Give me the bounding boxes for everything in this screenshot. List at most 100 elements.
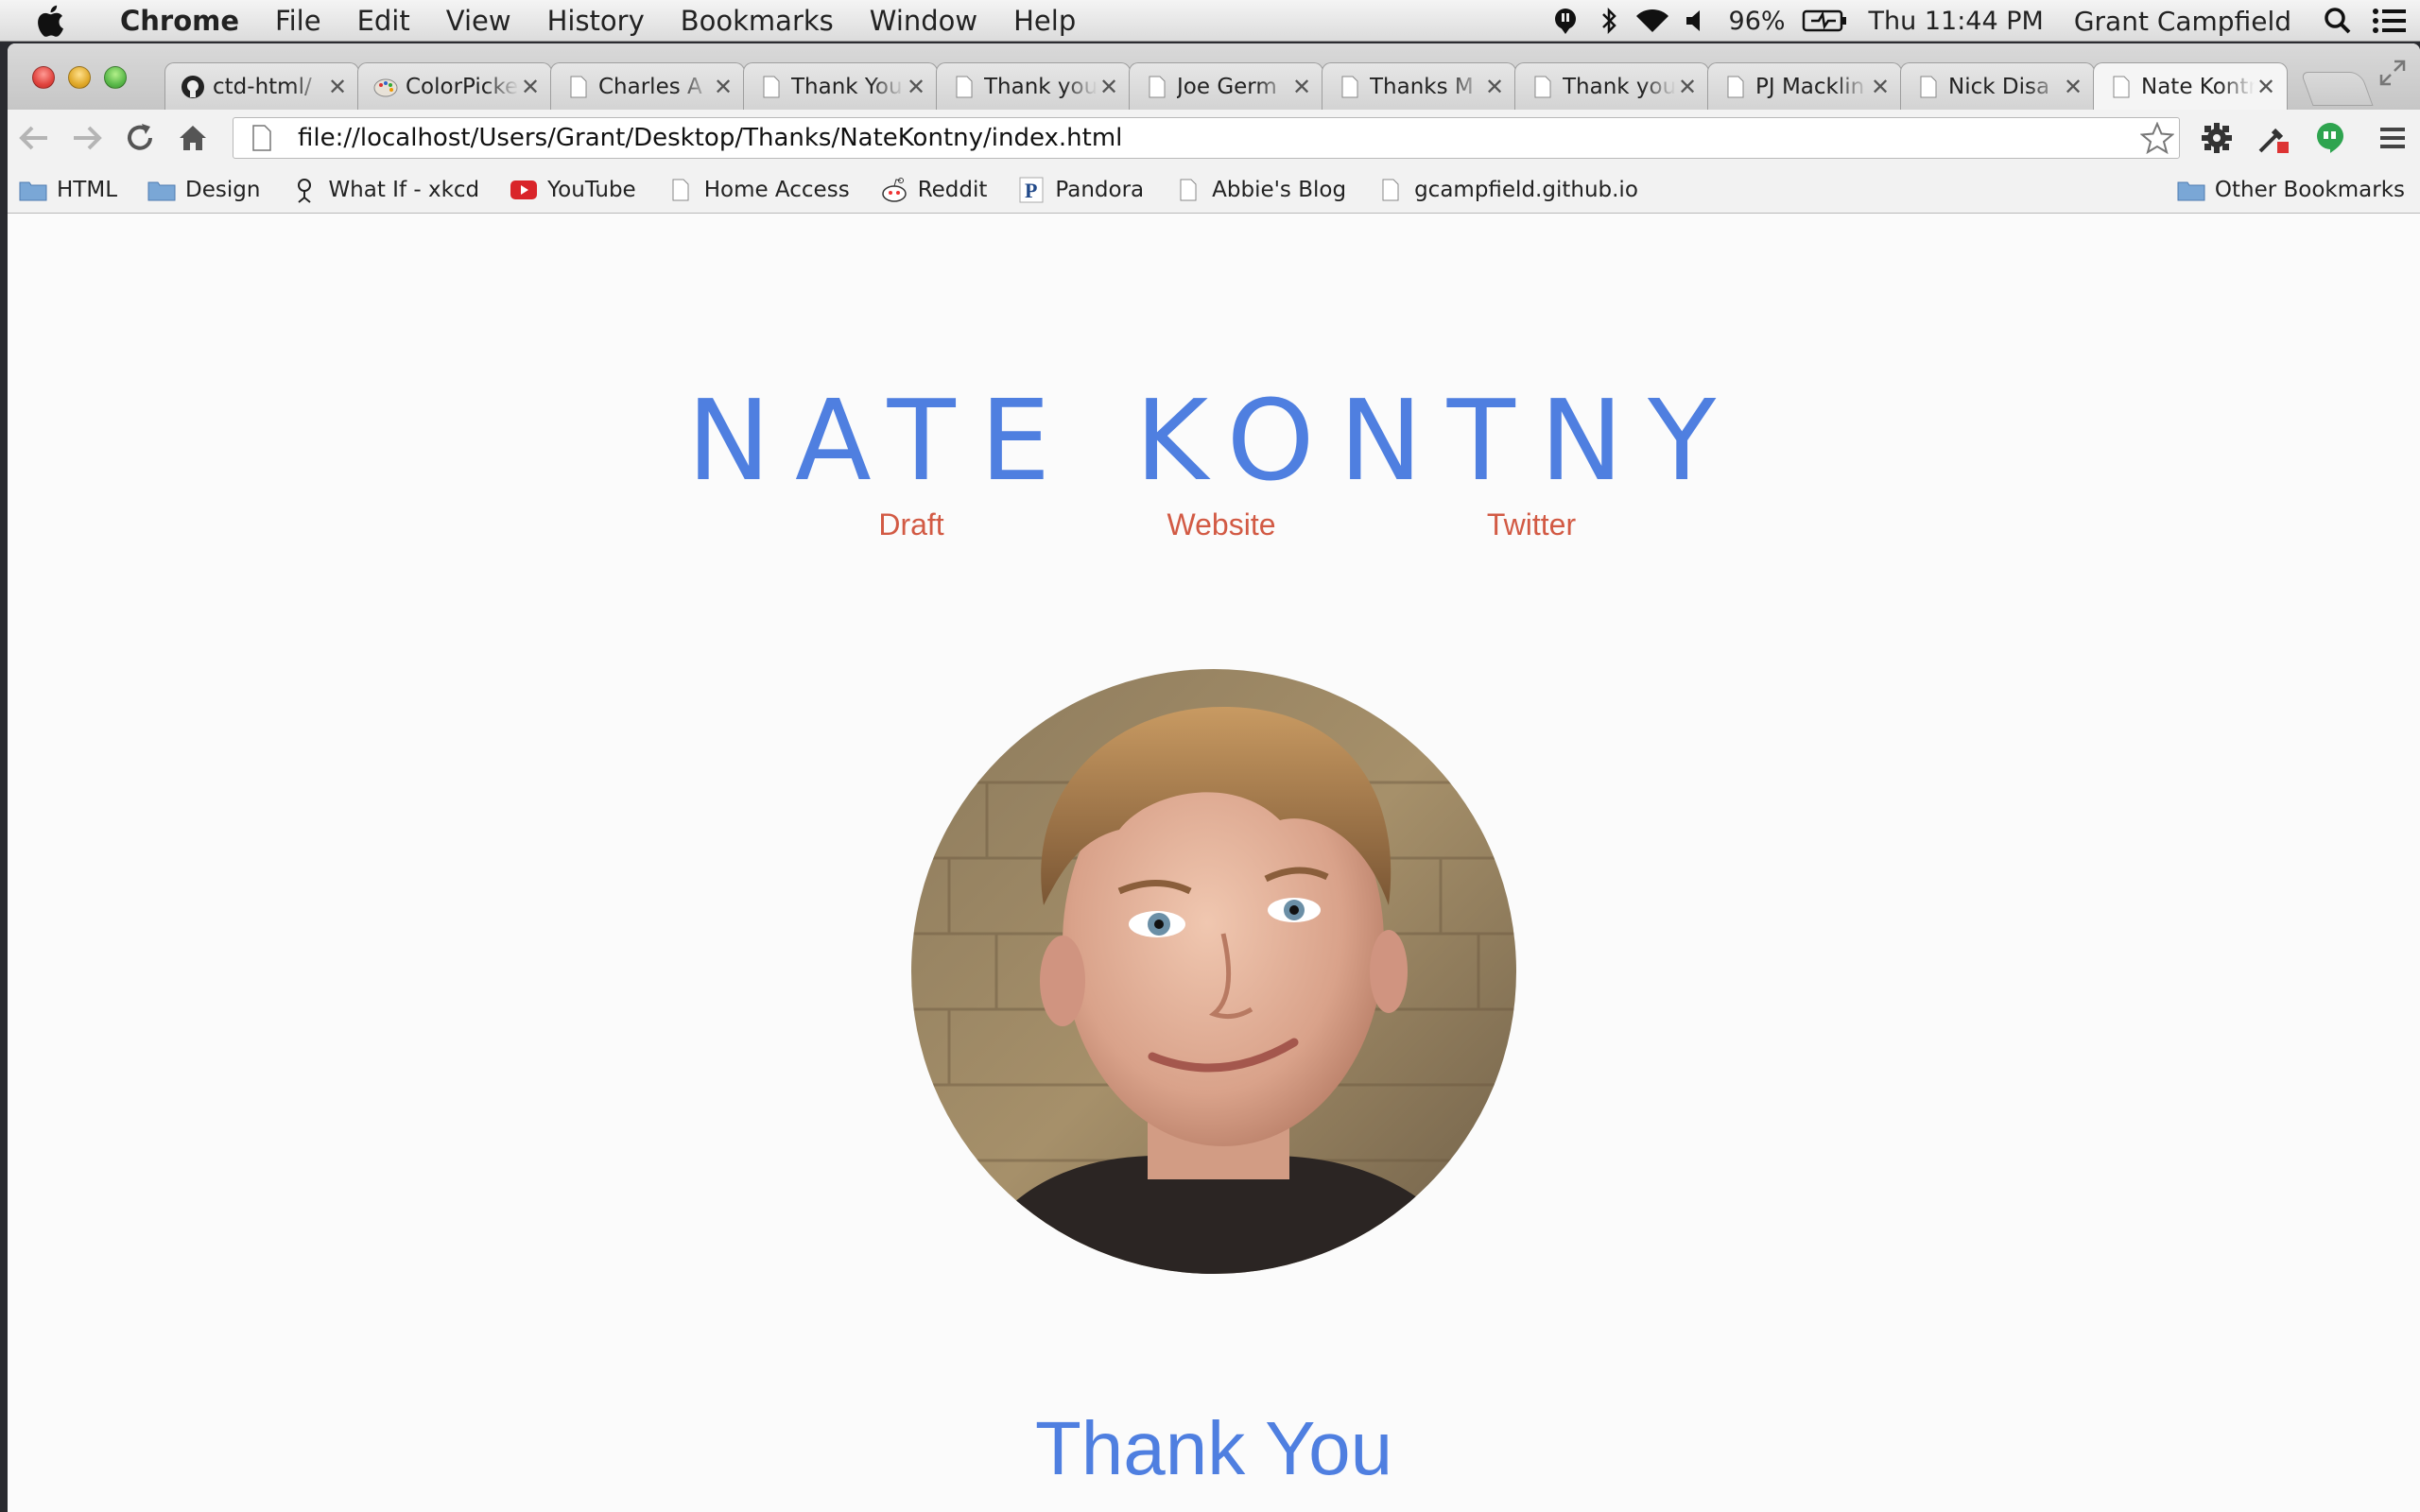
fullscreen-icon[interactable] bbox=[2378, 59, 2407, 87]
bookmark-design[interactable]: Design bbox=[132, 177, 275, 203]
page-icon bbox=[759, 75, 784, 99]
settings-gear-icon[interactable] bbox=[2191, 110, 2242, 166]
bookmark-star-icon[interactable] bbox=[2135, 122, 2179, 154]
tab-nick-disa[interactable]: Nick Disa ✕ bbox=[1900, 62, 2095, 110]
other-bookmarks[interactable]: Other Bookmarks bbox=[2162, 177, 2420, 203]
tab-charles[interactable]: Charles A ✕ bbox=[550, 62, 745, 110]
menu-help[interactable]: Help bbox=[995, 0, 1094, 42]
volume-icon[interactable] bbox=[1674, 0, 1718, 42]
forward-button[interactable] bbox=[60, 110, 113, 166]
pandora-icon: P bbox=[1017, 177, 1046, 203]
window-close-button[interactable] bbox=[32, 66, 55, 89]
tab-title: Nate Kontny bbox=[2141, 74, 2255, 99]
tab-thank-you-3[interactable]: Thank you ✕ bbox=[1514, 62, 1709, 110]
tab-close-icon[interactable]: ✕ bbox=[905, 74, 927, 100]
svg-text:P: P bbox=[1025, 179, 1037, 202]
menu-history[interactable]: History bbox=[529, 0, 663, 42]
youtube-icon bbox=[510, 177, 538, 203]
user-name[interactable]: Grant Campfield bbox=[2055, 6, 2316, 37]
bookmark-label: HTML bbox=[57, 177, 118, 202]
window-minimize-button[interactable] bbox=[68, 66, 91, 89]
tab-close-icon[interactable]: ✕ bbox=[712, 74, 735, 100]
page-icon bbox=[1916, 75, 1941, 99]
bookmark-youtube[interactable]: YouTube bbox=[494, 177, 651, 203]
tab-colorpicker[interactable]: ColorPicker ✕ bbox=[357, 62, 552, 110]
tab-close-icon[interactable]: ✕ bbox=[326, 74, 349, 100]
bookmark-reddit[interactable]: Reddit bbox=[865, 177, 1003, 203]
page-icon bbox=[243, 117, 281, 159]
thank-you-heading: Thank You bbox=[1034, 1406, 1393, 1490]
menu-view[interactable]: View bbox=[428, 0, 529, 42]
browser-window: ctd-html/ ✕ ColorPicker ✕ Charles A ✕ Th… bbox=[8, 43, 2420, 1512]
url-text[interactable]: file://localhost/Users/Grant/Desktop/Tha… bbox=[281, 124, 2135, 152]
battery-icon[interactable] bbox=[1797, 0, 1852, 42]
page-icon bbox=[666, 177, 695, 203]
alert-icon[interactable] bbox=[1544, 0, 1587, 42]
tab-close-icon[interactable]: ✕ bbox=[2062, 74, 2084, 100]
eyedropper-extension-icon[interactable] bbox=[2248, 110, 2299, 166]
tab-list: ctd-html/ ✕ ColorPicker ✕ Charles A ✕ Th… bbox=[164, 62, 2288, 110]
tab-title: Joe Germ bbox=[1177, 74, 1277, 99]
tab-title: Nick Disa bbox=[1948, 74, 2050, 99]
tab-title: ctd-html/ bbox=[213, 74, 312, 99]
notification-center-icon[interactable] bbox=[2360, 0, 2420, 42]
bookmark-label: Pandora bbox=[1055, 177, 1145, 202]
bookmark-html[interactable]: HTML bbox=[8, 177, 132, 203]
tab-title: Thanks M bbox=[1370, 74, 1474, 99]
tab-ctd-html[interactable]: ctd-html/ ✕ bbox=[164, 62, 359, 110]
back-button[interactable] bbox=[8, 110, 60, 166]
address-bar[interactable]: file://localhost/Users/Grant/Desktop/Tha… bbox=[233, 117, 2180, 159]
draft-link[interactable]: Draft bbox=[817, 507, 1006, 542]
tab-thank-you-1[interactable]: Thank You ✕ bbox=[743, 62, 938, 110]
reload-button[interactable] bbox=[113, 110, 166, 166]
menu-bookmarks[interactable]: Bookmarks bbox=[663, 0, 852, 42]
github-icon bbox=[181, 75, 205, 99]
reddit-icon bbox=[880, 177, 908, 203]
tab-close-icon[interactable]: ✕ bbox=[1483, 74, 1506, 100]
tab-close-icon[interactable]: ✕ bbox=[519, 74, 542, 100]
menu-app-name[interactable]: Chrome bbox=[102, 0, 257, 42]
tab-title: Charles A bbox=[598, 74, 702, 99]
chrome-menu-icon[interactable] bbox=[2367, 110, 2418, 166]
tab-close-icon[interactable]: ✕ bbox=[1676, 74, 1699, 100]
bluetooth-icon[interactable] bbox=[1587, 0, 1631, 42]
tab-close-icon[interactable]: ✕ bbox=[1098, 74, 1120, 100]
new-tab-button[interactable] bbox=[2300, 72, 2374, 106]
tab-title: Thank You bbox=[791, 74, 903, 99]
clock[interactable]: Thu 11:44 PM bbox=[1852, 7, 2055, 36]
hangouts-extension-icon[interactable] bbox=[2305, 110, 2356, 166]
spotlight-search-icon[interactable] bbox=[2316, 0, 2360, 42]
bookmarks-bar: HTML Design What If - xkcd YouTube Home … bbox=[8, 166, 2420, 214]
tab-close-icon[interactable]: ✕ bbox=[1869, 74, 1892, 100]
bookmark-home-access[interactable]: Home Access bbox=[651, 177, 865, 203]
bookmark-label: Home Access bbox=[703, 177, 850, 202]
tab-thank-you-2[interactable]: Thank you ✕ bbox=[936, 62, 1131, 110]
page-icon bbox=[1338, 75, 1362, 99]
page-icon bbox=[1723, 75, 1748, 99]
xkcd-icon bbox=[290, 177, 319, 203]
apple-menu-icon[interactable] bbox=[36, 2, 74, 40]
tab-nate-kontny[interactable]: Nate Kontny ✕ bbox=[2093, 62, 2288, 110]
bookmark-gcampfield[interactable]: gcampfield.github.io bbox=[1361, 177, 1653, 203]
tab-pj-macklin[interactable]: PJ Macklin ✕ bbox=[1707, 62, 1902, 110]
home-button[interactable] bbox=[166, 110, 219, 166]
tab-close-icon[interactable]: ✕ bbox=[2255, 74, 2277, 100]
tab-thanks-m[interactable]: Thanks M ✕ bbox=[1322, 62, 1516, 110]
menu-edit[interactable]: Edit bbox=[339, 0, 428, 42]
bookmark-what-if-xkcd[interactable]: What If - xkcd bbox=[275, 177, 494, 203]
website-link[interactable]: Website bbox=[1127, 507, 1316, 542]
twitter-link[interactable]: Twitter bbox=[1437, 507, 1626, 542]
tab-close-icon[interactable]: ✕ bbox=[1290, 74, 1313, 100]
menu-window[interactable]: Window bbox=[852, 0, 995, 42]
page-icon bbox=[2109, 75, 2134, 99]
window-zoom-button[interactable] bbox=[104, 66, 127, 89]
page-icon bbox=[952, 75, 977, 99]
bookmark-pandora[interactable]: P Pandora bbox=[1002, 177, 1159, 203]
wifi-icon[interactable] bbox=[1631, 0, 1674, 42]
tab-title: ColorPicker bbox=[406, 74, 519, 99]
page-title: NATE KONTNY bbox=[686, 375, 1741, 506]
bookmark-abbies-blog[interactable]: Abbie's Blog bbox=[1159, 177, 1361, 203]
tab-joe-germ[interactable]: Joe Germ ✕ bbox=[1129, 62, 1323, 110]
palette-icon bbox=[373, 75, 398, 99]
menu-file[interactable]: File bbox=[257, 0, 339, 42]
